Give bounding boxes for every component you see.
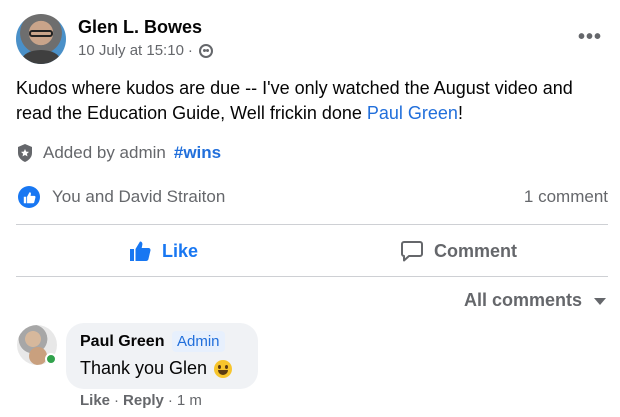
reactors-text[interactable]: You and David Straiton (52, 187, 225, 207)
admin-badge: Admin (172, 331, 225, 352)
shield-icon (18, 144, 32, 162)
caret-down-icon (594, 298, 606, 305)
divider-top (16, 224, 608, 225)
post-text-end: ! (457, 103, 463, 123)
post-body: Kudos where kudos are due -- I've only w… (16, 76, 606, 126)
admin-tag-text: Added by admin (43, 143, 166, 162)
like-button[interactable]: Like (128, 236, 198, 266)
comment-icon (401, 241, 423, 262)
like-button-label: Like (162, 240, 199, 261)
divider-bottom (16, 276, 608, 277)
post-author-name[interactable]: Glen L. Bowes (78, 17, 202, 38)
group-icon (198, 43, 213, 58)
comment-count[interactable]: 1 comment (524, 187, 608, 207)
post-meta: 10 July at 15:10 · (78, 42, 213, 59)
sort-label: All comments (463, 290, 582, 310)
post-header: Glen L. Bowes 10 July at 15:10 · ••• (16, 14, 606, 66)
grinning-emoji-icon (214, 359, 233, 378)
comment-author-name[interactable]: Paul Green (80, 333, 164, 351)
hashtag-link[interactable]: #wins (174, 143, 221, 163)
comment-bubble: Paul Green Admin Thank you Glen (66, 323, 258, 389)
post-text: Kudos where kudos are due -- I've only w… (16, 78, 573, 123)
comment-text: Thank you Glen (80, 358, 208, 378)
meta-separator: · (187, 42, 193, 59)
comment-age: 1 m (176, 392, 202, 409)
comment-button[interactable]: Comment (400, 236, 517, 266)
online-status-indicator (45, 353, 57, 365)
comment-actions-separator: · (114, 392, 120, 409)
post-timestamp[interactable]: 10 July at 15:10 (78, 42, 184, 59)
admin-tag-row: Added by admin #wins (16, 143, 221, 163)
like-reaction-icon[interactable] (18, 186, 40, 208)
shirt-shape (22, 50, 60, 64)
comment-sort-dropdown[interactable]: All comments (464, 290, 606, 311)
mention-link[interactable]: Paul Green (367, 103, 458, 123)
comment-text-row: Thank you Glen (80, 358, 233, 379)
more-options-button[interactable]: ••• (578, 26, 602, 49)
comment-like-button[interactable]: Like (80, 392, 110, 409)
comment-actions-separator: · (167, 392, 173, 409)
thumbs-up-icon (130, 241, 151, 261)
child-shape (29, 347, 47, 365)
glasses-shape (29, 30, 53, 37)
comment-actions: Like · Reply · 1 m (80, 392, 202, 409)
reactions-row: You and David Straiton 1 comment (16, 185, 608, 211)
comment-button-label: Comment (434, 240, 518, 261)
comment-reply-button[interactable]: Reply (123, 392, 164, 409)
author-avatar[interactable] (16, 14, 66, 64)
